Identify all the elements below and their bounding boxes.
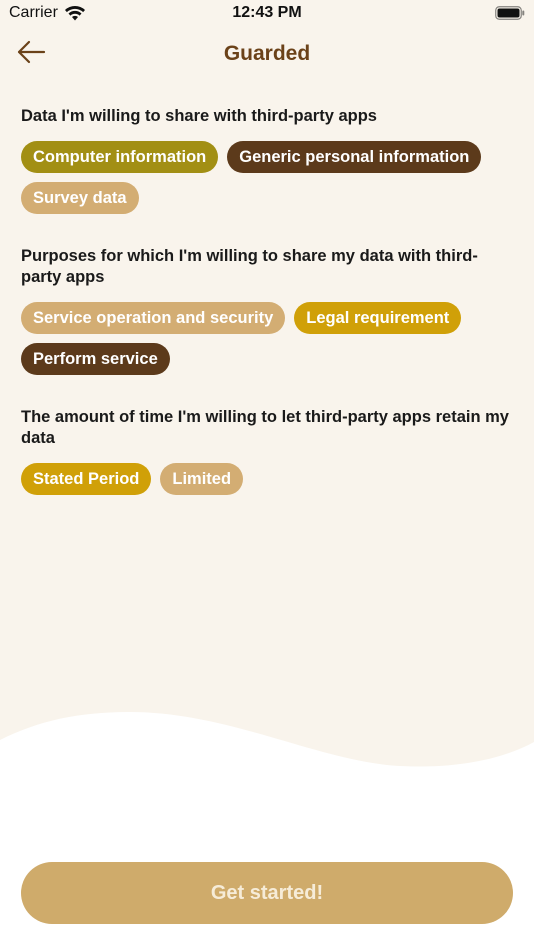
page-title: Guarded — [223, 42, 311, 65]
chip-group: Computer information Generic personal in… — [21, 141, 513, 214]
status-bar: Carrier 12:43 PM — [0, 0, 534, 28]
get-started-button[interactable]: Get started! — [21, 862, 513, 924]
section-title: Data I'm willing to share with third-par… — [21, 107, 377, 125]
chip-survey-data[interactable]: Survey data — [21, 182, 139, 214]
chip-perform-service[interactable]: Perform service — [21, 343, 170, 375]
battery-icon — [495, 6, 525, 20]
status-time: 12:43 PM — [232, 4, 302, 21]
chip-computer-information[interactable]: Computer information — [21, 141, 219, 173]
section-purposes: Purposes for which I'm willing to share … — [21, 246, 513, 375]
chip-group: Service operation and security Legal req… — [21, 302, 513, 375]
chip-generic-personal-information[interactable]: Generic personal information — [227, 141, 482, 173]
navigation-bar: Guarded — [0, 34, 534, 74]
chip-legal-requirement[interactable]: Legal requirement — [294, 302, 462, 334]
section-title: Purposes for which I'm willing to share … — [21, 247, 478, 286]
section-title: The amount of time I'm willing to let th… — [21, 408, 509, 447]
chip-stated-period[interactable]: Stated Period — [21, 463, 152, 495]
section-retention: The amount of time I'm willing to let th… — [21, 407, 513, 495]
chip-service-operation-security[interactable]: Service operation and security — [21, 302, 286, 334]
chip-group: Stated Period Limited — [21, 463, 513, 495]
section-data-shared: Data I'm willing to share with third-par… — [21, 106, 513, 214]
chip-limited[interactable]: Limited — [160, 463, 244, 495]
preferences-content: Data I'm willing to share with third-par… — [21, 106, 513, 527]
